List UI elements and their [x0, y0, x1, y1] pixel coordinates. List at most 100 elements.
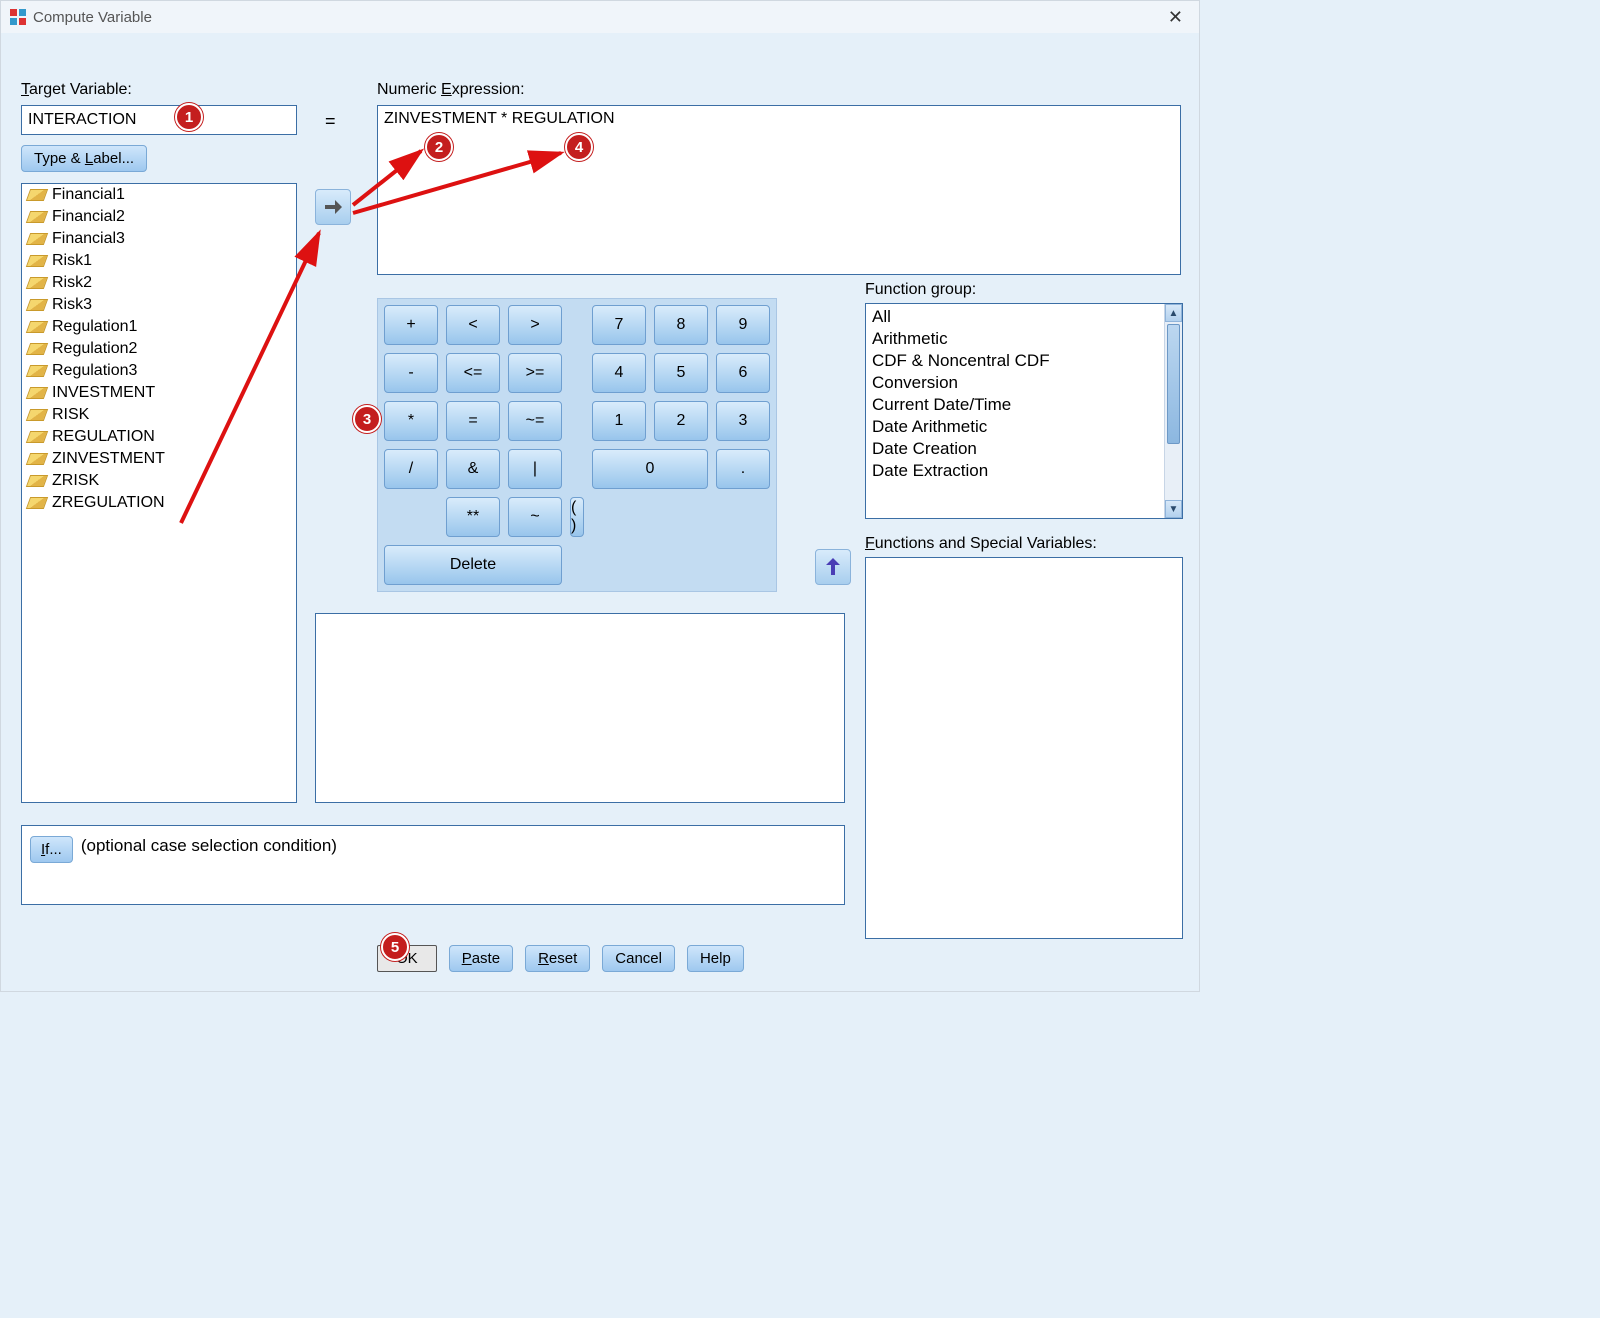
functions-special-list[interactable] — [865, 557, 1183, 939]
variable-item[interactable]: ZRISK — [22, 470, 296, 492]
calc--key[interactable]: = — [446, 401, 500, 441]
calc--key[interactable]: > — [508, 305, 562, 345]
scrollbar[interactable]: ▲ ▼ — [1164, 304, 1182, 518]
calc--key[interactable]: ** — [446, 497, 500, 537]
ruler-icon — [26, 321, 48, 333]
scroll-down-icon[interactable]: ▼ — [1165, 500, 1182, 518]
dialog-buttons: OK Paste Reset Cancel Help — [377, 945, 744, 972]
calc--key[interactable]: . — [716, 449, 770, 489]
if-condition-row: If... (optional case selection condition… — [21, 825, 845, 905]
calc-2-key[interactable]: 2 — [654, 401, 708, 441]
function-group-list[interactable]: AllArithmeticCDF & Noncentral CDFConvers… — [865, 303, 1183, 519]
variable-name: ZREGULATION — [52, 494, 165, 512]
calc-7-key[interactable]: 7 — [592, 305, 646, 345]
calc-3-key[interactable]: 3 — [716, 401, 770, 441]
variable-name: Regulation1 — [52, 318, 137, 336]
if-button[interactable]: If... — [30, 836, 73, 863]
calc-8-key[interactable]: 8 — [654, 305, 708, 345]
function-group-item[interactable]: Date Extraction — [872, 460, 1176, 482]
paste-button[interactable]: Paste — [449, 945, 513, 972]
ruler-icon — [26, 431, 48, 443]
variable-item[interactable]: INVESTMENT — [22, 382, 296, 404]
ruler-icon — [26, 409, 48, 421]
variable-item[interactable]: Financial3 — [22, 228, 296, 250]
calc--key[interactable]: / — [384, 449, 438, 489]
close-icon[interactable]: ✕ — [1160, 7, 1191, 28]
move-to-expression-button[interactable] — [315, 189, 351, 225]
calc-9-key[interactable]: 9 — [716, 305, 770, 345]
ruler-icon — [26, 343, 48, 355]
calc--key[interactable]: + — [384, 305, 438, 345]
help-button[interactable]: Help — [687, 945, 744, 972]
variable-item[interactable]: Risk2 — [22, 272, 296, 294]
variable-item[interactable]: Regulation2 — [22, 338, 296, 360]
function-group-item[interactable]: Arithmetic — [872, 328, 1176, 350]
calc-4-key[interactable]: 4 — [592, 353, 646, 393]
window-title: Compute Variable — [33, 9, 152, 26]
calc-0-key[interactable]: 0 — [592, 449, 708, 489]
calc--key[interactable]: >= — [508, 353, 562, 393]
variable-item[interactable]: RISK — [22, 404, 296, 426]
variable-name: ZRISK — [52, 472, 99, 490]
variable-item[interactable]: Regulation3 — [22, 360, 296, 382]
ruler-icon — [26, 255, 48, 267]
reset-button[interactable]: Reset — [525, 945, 590, 972]
variable-item[interactable]: ZREGULATION — [22, 492, 296, 514]
variable-list[interactable]: Financial1 Financial2Financial3 Risk1 Risk2… — [21, 183, 297, 803]
function-group-item[interactable]: Conversion — [872, 372, 1176, 394]
calc--key[interactable]: < — [446, 305, 500, 345]
ruler-icon — [26, 497, 48, 509]
description-box — [315, 613, 845, 803]
ruler-icon — [26, 387, 48, 399]
ruler-icon — [26, 277, 48, 289]
app-icon — [9, 8, 27, 26]
numeric-expression-input[interactable]: ZINVESTMENT * REGULATION — [377, 105, 1181, 275]
variable-name: Risk1 — [52, 252, 92, 270]
annotation-badge-3: 3 — [353, 405, 381, 433]
move-to-functions-button[interactable] — [815, 549, 851, 585]
dialog-content: Target Variable: Type & Label... = Numer… — [1, 33, 1199, 991]
target-variable-label: Target Variable: — [21, 81, 132, 99]
calc--key[interactable]: ~= — [508, 401, 562, 441]
annotation-badge-5: 5 — [381, 933, 409, 961]
variable-name: RISK — [52, 406, 89, 424]
calc--key[interactable]: * — [384, 401, 438, 441]
variable-item[interactable]: ZINVESTMENT — [22, 448, 296, 470]
function-group-item[interactable]: Date Arithmetic — [872, 416, 1176, 438]
variable-name: INVESTMENT — [52, 384, 155, 402]
calc-Delete-button[interactable]: Delete — [384, 545, 562, 585]
variable-item[interactable]: Financial2 — [22, 206, 296, 228]
variable-item[interactable]: Risk3 — [22, 294, 296, 316]
ruler-icon — [26, 453, 48, 465]
calc-5-key[interactable]: 5 — [654, 353, 708, 393]
function-group-item[interactable]: Current Date/Time — [872, 394, 1176, 416]
function-group-item[interactable]: CDF & Noncentral CDF — [872, 350, 1176, 372]
variable-name: REGULATION — [52, 428, 155, 446]
function-group-item[interactable]: Date Creation — [872, 438, 1176, 460]
calc--key[interactable]: - — [384, 353, 438, 393]
variable-item[interactable]: Risk1 — [22, 250, 296, 272]
scrollbar-thumb[interactable] — [1167, 324, 1180, 444]
calc--key[interactable]: ~ — [508, 497, 562, 537]
annotation-badge-2: 2 — [425, 133, 453, 161]
calc--key[interactable]: | — [508, 449, 562, 489]
titlebar: Compute Variable ✕ — [1, 1, 1199, 33]
variable-item[interactable]: REGULATION — [22, 426, 296, 448]
calc--key[interactable]: ( ) — [570, 497, 584, 537]
numeric-expression-label: Numeric Expression: — [377, 81, 525, 99]
type-and-label-button[interactable]: Type & Label... — [21, 145, 147, 172]
annotation-badge-1: 1 — [175, 103, 203, 131]
if-condition-text: (optional case selection condition) — [81, 836, 337, 856]
cancel-button[interactable]: Cancel — [602, 945, 675, 972]
calc-6-key[interactable]: 6 — [716, 353, 770, 393]
target-variable-input[interactable] — [21, 105, 297, 135]
variable-name: Financial1 — [52, 186, 125, 204]
calc--key[interactable]: <= — [446, 353, 500, 393]
calc--key[interactable]: & — [446, 449, 500, 489]
variable-name: Regulation2 — [52, 340, 137, 358]
function-group-item[interactable]: All — [872, 306, 1176, 328]
scroll-up-icon[interactable]: ▲ — [1165, 304, 1182, 322]
variable-item[interactable]: Regulation1 — [22, 316, 296, 338]
variable-item[interactable]: Financial1 — [22, 184, 296, 206]
calc-1-key[interactable]: 1 — [592, 401, 646, 441]
